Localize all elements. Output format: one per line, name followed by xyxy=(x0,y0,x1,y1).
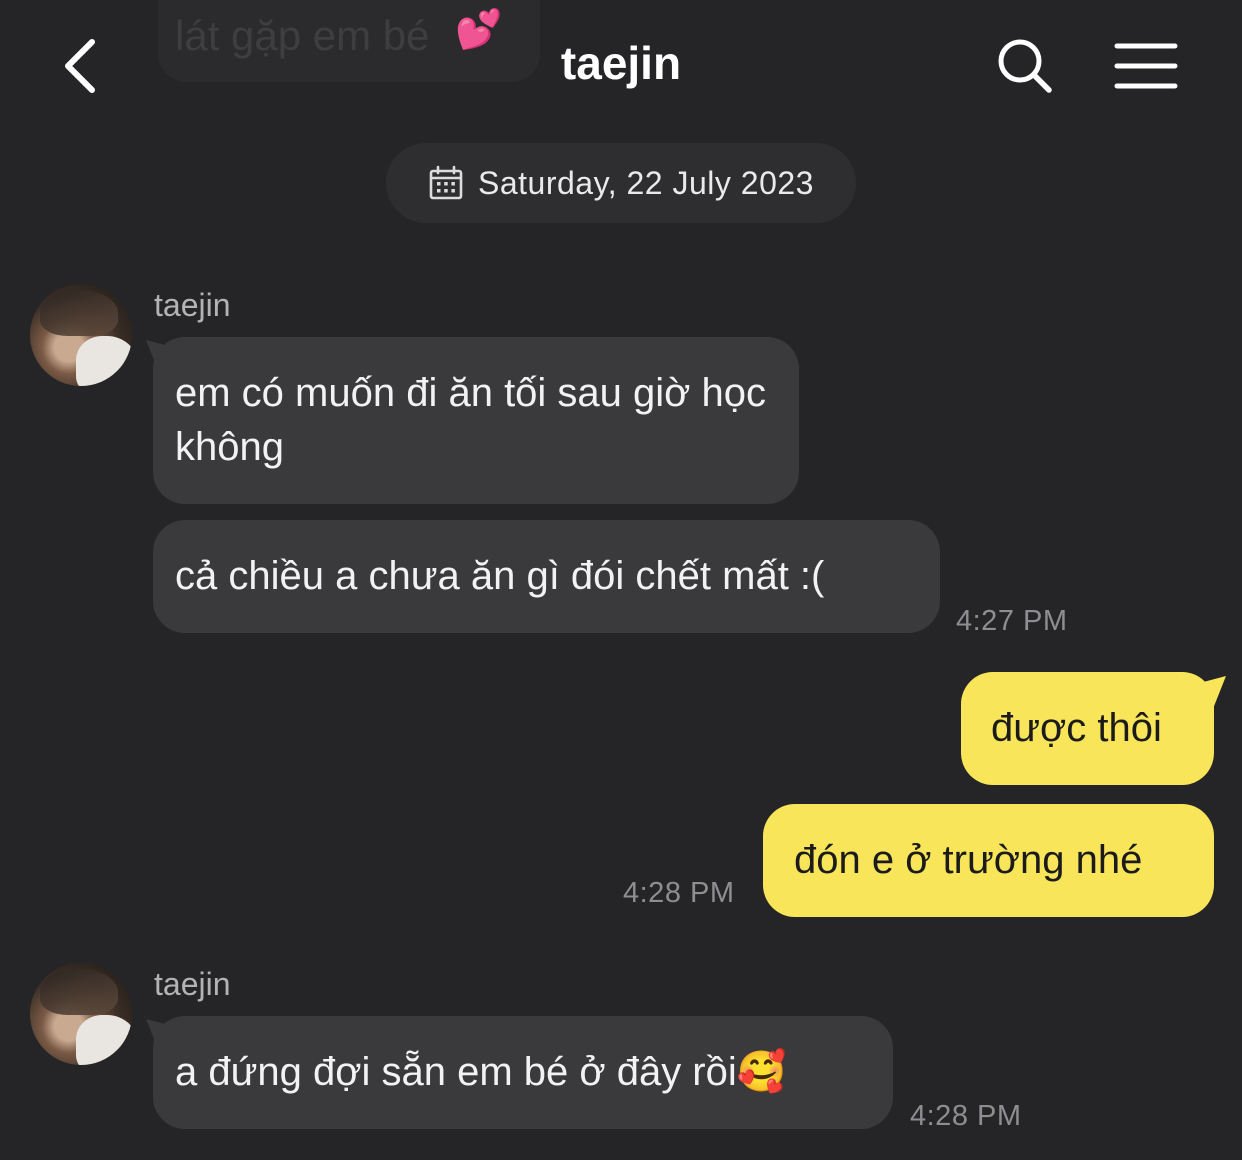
smiling-face-with-hearts-emoji: 🥰 xyxy=(736,1050,787,1094)
back-button[interactable] xyxy=(52,32,108,100)
search-button[interactable] xyxy=(990,32,1060,100)
outgoing-message-bubble[interactable]: đón e ở trường nhé xyxy=(763,804,1214,917)
message-timestamp: 4:28 PM xyxy=(623,877,735,909)
sender-name: taejin xyxy=(154,287,231,323)
chevron-left-icon xyxy=(65,39,95,93)
avatar[interactable] xyxy=(30,963,132,1065)
message-text: a đứng đợi sẵn em bé ở đây rồi xyxy=(175,1050,737,1094)
incoming-message-bubble[interactable]: cả chiều a chưa ăn gì đói chết mất :( xyxy=(153,520,940,633)
calendar-icon xyxy=(429,165,463,200)
outgoing-message-bubble[interactable]: được thôi xyxy=(961,672,1214,785)
incoming-message-bubble[interactable]: em có muốn đi ăn tối sau giờ học không xyxy=(153,337,799,504)
avatar[interactable] xyxy=(30,284,132,386)
chat-title: taejin xyxy=(560,37,682,89)
incoming-message-bubble[interactable]: a đứng đợi sẵn em bé ở đây rồi🥰 xyxy=(153,1016,893,1129)
message-timestamp: 4:27 PM xyxy=(956,605,1068,637)
search-icon xyxy=(998,39,1052,93)
date-text: Saturday, 22 July 2023 xyxy=(478,164,814,201)
menu-button[interactable] xyxy=(1108,32,1184,100)
chat-header: taejin xyxy=(0,0,1242,130)
message-timestamp: 4:28 PM xyxy=(910,1100,1022,1132)
sender-name: taejin xyxy=(154,966,231,1002)
hamburger-menu-icon xyxy=(1114,43,1178,89)
date-divider: Saturday, 22 July 2023 xyxy=(386,143,856,223)
